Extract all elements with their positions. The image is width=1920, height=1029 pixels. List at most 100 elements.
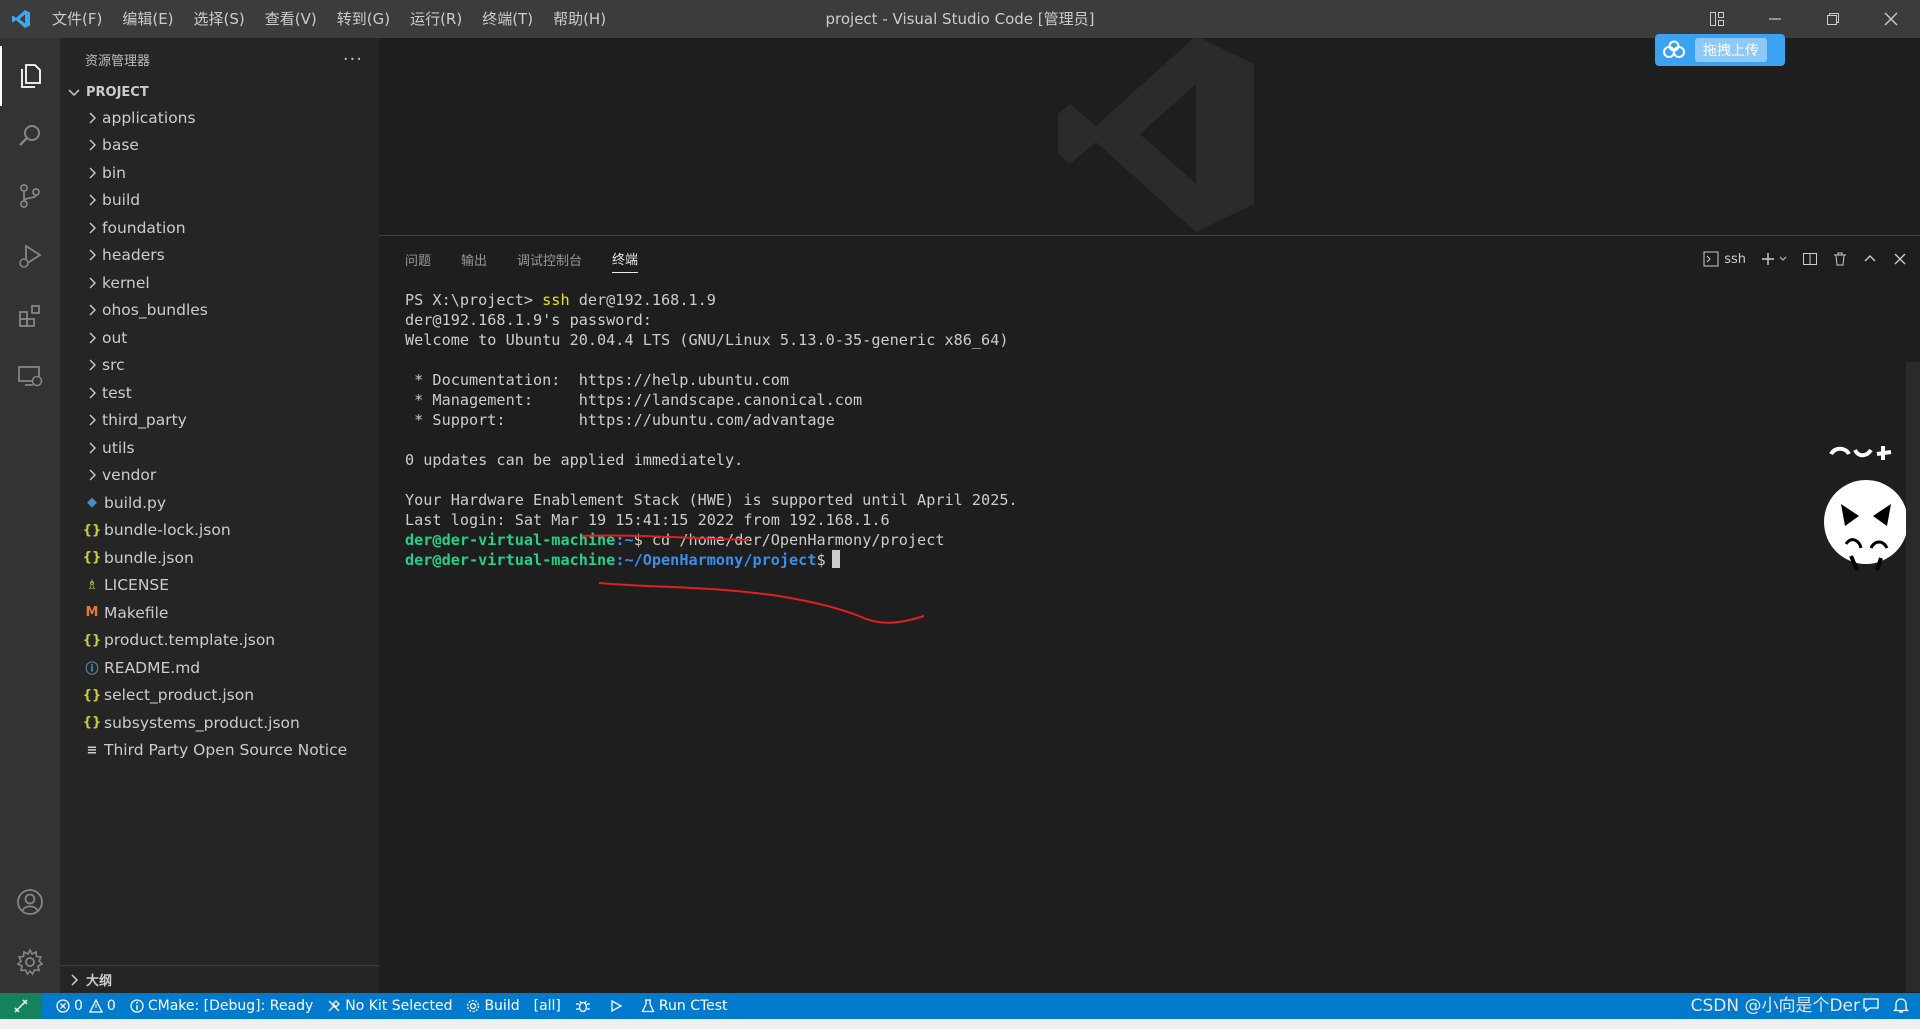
file-item[interactable]: {} select_product.json: [60, 682, 379, 710]
layout-icon[interactable]: [1688, 0, 1746, 38]
folder-item[interactable]: base: [60, 132, 379, 160]
cloud-icon: [1663, 40, 1685, 58]
folder-item[interactable]: third_party: [60, 407, 379, 435]
restore-button[interactable]: [1804, 0, 1862, 38]
menu-file[interactable]: 文件(F): [42, 0, 112, 38]
build-button[interactable]: Build: [466, 998, 520, 1014]
folder-item[interactable]: src: [60, 352, 379, 380]
kill-terminal-button[interactable]: [1832, 251, 1848, 267]
folder-item[interactable]: out: [60, 324, 379, 352]
kit-selector[interactable]: No Kit Selected: [327, 998, 452, 1014]
cmake-status[interactable]: CMake: [Debug]: Ready: [130, 998, 313, 1014]
build-target-selector[interactable]: [all]: [534, 998, 561, 1014]
tab-problems[interactable]: 问题: [405, 246, 431, 273]
menu-run[interactable]: 运行(R): [400, 0, 472, 38]
file-label: LICENSE: [104, 576, 170, 595]
folder-item[interactable]: build: [60, 187, 379, 215]
explorer-title: 资源管理器: [85, 53, 151, 69]
file-item[interactable]: ◆ build.py: [60, 489, 379, 517]
tab-output[interactable]: 输出: [461, 246, 487, 273]
folder-item[interactable]: bin: [60, 159, 379, 187]
remote-explorer-icon[interactable]: [0, 346, 60, 406]
menu-selection[interactable]: 选择(S): [184, 0, 255, 38]
split-terminal-button[interactable]: [1802, 251, 1818, 267]
debug-button[interactable]: [575, 998, 595, 1014]
terminal-line: Your Hardware Enablement Stack (HWE) is …: [405, 491, 1018, 509]
panel-actions: ssh: [1689, 236, 1908, 282]
menu-go[interactable]: 转到(G): [327, 0, 400, 38]
terminal-name: ssh: [1724, 251, 1746, 267]
terminal-line: * Documentation: https://help.ubuntu.com: [405, 371, 790, 389]
file-item[interactable]: {} product.template.json: [60, 627, 379, 655]
terminal-selector[interactable]: ssh: [1703, 251, 1746, 267]
run-debug-icon[interactable]: [0, 226, 60, 286]
tools-icon: [328, 1000, 341, 1012]
file-item[interactable]: {} bundle-lock.json: [60, 517, 379, 545]
menu-terminal[interactable]: 终端(T): [472, 0, 543, 38]
file-item[interactable]: ⓘ README.md: [60, 654, 379, 682]
accounts-icon[interactable]: [0, 872, 60, 932]
file-item[interactable]: {} subsystems_product.json: [60, 709, 379, 737]
terminal-line: der@der-virtual-machine:~$ cd /home/der/…: [405, 530, 1890, 550]
prompt-user: der@der-virtual-machine: [405, 551, 616, 569]
terminal-command: $: [816, 551, 826, 569]
tab-terminal[interactable]: 终端: [612, 245, 639, 273]
menu-edit[interactable]: 编辑(E): [112, 0, 183, 38]
tab-debug-console[interactable]: 调试控制台: [517, 246, 582, 273]
problems-status[interactable]: 0 0: [56, 998, 116, 1014]
drag-upload-button[interactable]: 拖拽上传: [1655, 34, 1785, 66]
menu-bar: 文件(F) 编辑(E) 选择(S) 查看(V) 转到(G) 运行(R) 终端(T…: [42, 0, 616, 38]
menu-help[interactable]: 帮助(H): [543, 0, 616, 38]
run-button[interactable]: [609, 999, 627, 1013]
ctest-label: Run CTest: [658, 998, 728, 1014]
run-ctest-button[interactable]: Run CTest: [641, 998, 728, 1014]
file-item[interactable]: M Makefile: [60, 599, 379, 627]
explorer-icon[interactable]: [0, 46, 60, 106]
folder-item[interactable]: applications: [60, 104, 379, 132]
file-item[interactable]: ≡ Third Party Open Source Notice: [60, 737, 379, 765]
folder-item[interactable]: utils: [60, 434, 379, 462]
status-bar: 0 0 CMake: [Debug]: Ready No Kit Selecte…: [0, 993, 1920, 1019]
folder-item[interactable]: kernel: [60, 269, 379, 297]
menu-view[interactable]: 查看(V): [255, 0, 327, 38]
terminal-scrollbar[interactable]: [1906, 362, 1920, 992]
notifications-bell-icon[interactable]: [1892, 996, 1910, 1018]
cmake-status-label: CMake: [Debug]: Ready: [147, 998, 314, 1014]
file-item[interactable]: {} bundle.json: [60, 544, 379, 572]
search-icon[interactable]: [0, 106, 60, 166]
folder-label: headers: [102, 246, 165, 265]
remote-indicator-button[interactable]: [0, 993, 42, 1019]
source-control-icon[interactable]: [0, 166, 60, 226]
python-file-icon: ◆: [87, 495, 97, 511]
chevron-right-icon: [82, 413, 102, 427]
error-icon: [56, 999, 70, 1013]
project-section-header[interactable]: PROJECT: [60, 80, 379, 104]
outline-section-header[interactable]: 大纲: [60, 965, 379, 993]
terminal-output[interactable]: PS X:\project> ssh der@192.168.1.9 der@19…: [405, 290, 1890, 570]
text-file-icon: ≡: [86, 742, 98, 758]
terminal-cursor: [831, 550, 840, 568]
chevron-right-icon: [82, 358, 102, 372]
folder-item[interactable]: vendor: [60, 462, 379, 490]
folder-item[interactable]: headers: [60, 242, 379, 270]
extensions-icon[interactable]: [0, 286, 60, 346]
close-button[interactable]: [1862, 0, 1920, 38]
folder-item[interactable]: ohos_bundles: [60, 297, 379, 325]
minimize-button[interactable]: [1746, 0, 1804, 38]
chevron-right-icon: [82, 386, 102, 400]
terminal-line: * Management: https://landscape.canonica…: [405, 391, 863, 409]
more-actions-icon[interactable]: ···: [343, 49, 363, 70]
feedback-icon[interactable]: [1862, 996, 1880, 1018]
file-item[interactable]: ♗ LICENSE: [60, 572, 379, 600]
folder-label: test: [102, 383, 132, 402]
settings-gear-icon[interactable]: [0, 932, 60, 992]
folder-item[interactable]: test: [60, 379, 379, 407]
new-terminal-button[interactable]: [1760, 251, 1788, 267]
info-icon: [130, 999, 144, 1013]
close-panel-button[interactable]: [1892, 251, 1908, 267]
file-label: Third Party Open Source Notice: [104, 741, 348, 760]
maximize-panel-button[interactable]: [1862, 251, 1878, 267]
mascot-sticker-icon: [1824, 446, 1908, 571]
folder-item[interactable]: foundation: [60, 214, 379, 242]
title-bar: 文件(F) 编辑(E) 选择(S) 查看(V) 转到(G) 运行(R) 终端(T…: [0, 0, 1920, 38]
